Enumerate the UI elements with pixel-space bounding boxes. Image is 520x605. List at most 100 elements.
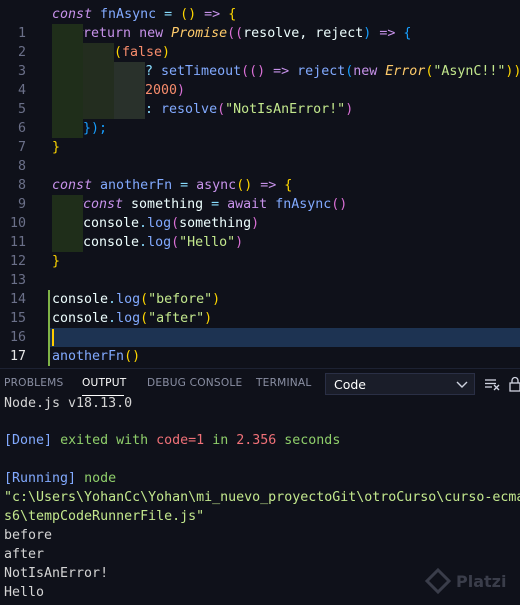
operator: = (180, 178, 189, 193)
output-line: after (4, 547, 45, 562)
string: "Hello" (179, 235, 236, 250)
arrow: => (204, 7, 221, 22)
paren: ) (345, 102, 354, 117)
identifier: something (131, 197, 204, 212)
param: resolve (243, 26, 300, 41)
watermark-text: Platzi (456, 572, 507, 591)
exit-code: code=1 (156, 433, 205, 448)
output-line: Node.js v18.13.0 (4, 397, 133, 411)
done-tag: [Done] (4, 433, 53, 448)
function-name: anotherFn (52, 349, 125, 364)
tab-problems[interactable]: PROBLEMS (4, 377, 63, 389)
identifier: fnAsync (100, 7, 157, 22)
identifier: console (83, 216, 140, 231)
function-name: log (147, 235, 172, 250)
identifier: anotherFn (100, 178, 173, 193)
paren: ( (171, 235, 180, 250)
chevron-down-icon (456, 376, 468, 390)
output-channel-dropdown[interactable]: Code (325, 373, 475, 395)
operator: . (139, 235, 148, 250)
brace: }); (83, 121, 108, 136)
function-name: fnAsync (275, 197, 332, 212)
dropdown-value: Code (334, 377, 367, 392)
paren: ) (363, 26, 372, 41)
keyword: new (139, 26, 164, 41)
tab-terminal[interactable]: TERMINAL (256, 377, 311, 389)
code-line: 4 ? setTimeout(() => reject(new Error("A… (0, 62, 520, 98)
operator: . (108, 292, 117, 307)
paren: ( (114, 45, 123, 60)
code-line: 16 console.log("after") (0, 309, 520, 345)
brace: { (403, 26, 412, 41)
operator: ? (145, 64, 154, 79)
function-name: log (116, 292, 141, 307)
identifier: console (52, 311, 109, 326)
paren: ( (140, 292, 149, 307)
code-line: 17 (0, 328, 520, 364)
paren: () (180, 7, 197, 22)
paren: ) (251, 216, 260, 231)
output-line: NotIsAnError! (4, 566, 109, 581)
running-cmd: node (84, 471, 117, 486)
paren: ( (140, 311, 149, 326)
paren: () (124, 349, 141, 364)
done-in: in (212, 433, 229, 448)
punct: , (299, 26, 308, 41)
keyword: const (83, 197, 124, 212)
paren: ) (204, 311, 213, 326)
tab-debug-console[interactable]: DEBUG CONSOLE (147, 377, 242, 389)
paren: ) (235, 235, 244, 250)
tab-output[interactable]: OUTPUT (82, 377, 126, 389)
paren: ) (212, 292, 221, 307)
class-name: Error (385, 64, 426, 79)
code-line: 9 const anotherFn = async() => { (0, 176, 520, 212)
clear-output-icon[interactable] (484, 376, 500, 392)
operator: : (145, 102, 154, 117)
platzi-logo-icon (424, 567, 452, 598)
identifier: something (179, 216, 252, 231)
arrow: => (260, 178, 277, 193)
function-name: setTimeout (161, 64, 242, 79)
code-line: 6 : resolve("NotIsAnError!") (0, 100, 520, 136)
output-path: s6\tempCodeRunnerFile.js" (4, 509, 205, 524)
brace: } (52, 140, 61, 155)
keyword: async (196, 178, 237, 193)
fold-chevron-icon[interactable] (33, 176, 84, 207)
fold-chevron-icon[interactable] (33, 24, 84, 55)
paren: ) (177, 83, 186, 98)
code-line: 14 (0, 271, 520, 307)
function-name: reject (297, 64, 346, 79)
function-name: resolve (161, 102, 218, 117)
paren: ( (217, 102, 226, 117)
output-path: "c:\Users\YohanCc\Yohan\mi_nuevo_proyect… (4, 490, 520, 505)
code-editor[interactable]: 1 const fnAsync = () => { 2 return new P… (0, 0, 520, 366)
code-line: 1 const fnAsync = () => { (0, 5, 520, 41)
code-line: 3 (false) (0, 43, 520, 79)
active-tab-underline (82, 395, 124, 396)
code-line: 8 } (0, 138, 520, 174)
identifier: console (83, 235, 140, 250)
output-line: [Running] node (4, 469, 116, 488)
fold-chevron-icon[interactable] (33, 5, 84, 36)
code-line: 15 console.log("before") (0, 290, 520, 326)
code-line: 18 anotherFn() (0, 347, 520, 366)
output-line: Hello (4, 585, 45, 600)
done-unit: seconds (284, 433, 341, 448)
keyword: return (83, 26, 132, 41)
running-tag: [Running] (4, 471, 77, 486)
operator: = (211, 197, 220, 212)
code-line: 11 console.log(something) (0, 214, 520, 250)
code-line: 12 console.log("Hello") (0, 233, 520, 269)
lock-icon[interactable] (508, 376, 520, 392)
function-name: log (116, 311, 141, 326)
brace: { (284, 178, 293, 193)
done-text: exited with (60, 433, 149, 448)
literal: false (122, 45, 163, 60)
string: "NotIsAnError!" (225, 102, 346, 117)
arrow: => (379, 26, 396, 41)
arrow: => (273, 64, 290, 79)
code-line: 2 return new Promise((resolve, reject) =… (0, 24, 520, 60)
paren: (( (227, 26, 244, 41)
brace: } (52, 254, 61, 269)
code-line: 10 const something = await fnAsync() (0, 195, 520, 231)
